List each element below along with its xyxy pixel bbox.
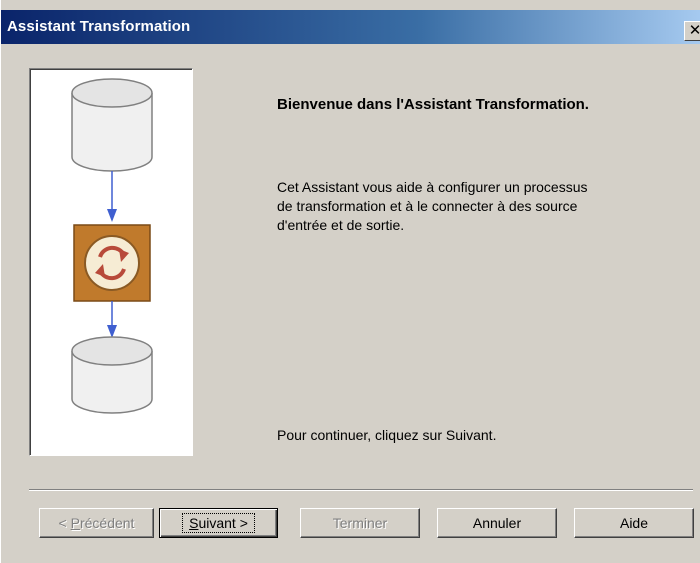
intro-line: d'entrée et de sortie. (277, 217, 405, 233)
continue-instruction: Pour continuer, cliquez sur Suivant. (277, 427, 497, 443)
cancel-button[interactable]: Annuler (437, 508, 557, 538)
finish-button[interactable]: Terminer (300, 508, 420, 538)
finish-label: Terminer (332, 514, 388, 531)
focus-rect: Suivant > (182, 512, 255, 533)
previous-label: récédent (79, 514, 135, 531)
database-icon (71, 78, 153, 172)
close-icon: ✕ (688, 22, 700, 39)
wizard-window: Assistant Transformation ✕ Bienvenue dan… (0, 0, 700, 563)
intro-text: Cet Assistant vous aide à configurer un … (277, 178, 677, 235)
next-button[interactable]: Suivant > (159, 508, 278, 538)
previous-button[interactable]: < Précédent (39, 508, 154, 538)
next-label: uivant > (198, 514, 248, 531)
welcome-title: Bienvenue dans l'Assistant Transformatio… (277, 96, 589, 113)
separator-line (29, 489, 693, 491)
close-button[interactable]: ✕ (684, 21, 700, 41)
help-button[interactable]: Aide (574, 508, 694, 538)
transform-process-icon (73, 224, 151, 302)
intro-line: de transformation et à le connecter à de… (277, 198, 578, 214)
database-icon (71, 336, 153, 414)
previous-prefix: < (58, 514, 71, 531)
previous-mnemonic: P (70, 514, 80, 531)
down-arrow-icon (107, 171, 117, 222)
illustration-graphic (71, 78, 153, 414)
cancel-label: Annuler (472, 514, 522, 531)
help-label: Aide (619, 514, 649, 531)
intro-line: Cet Assistant vous aide à configurer un … (277, 179, 588, 195)
down-arrow-icon (107, 301, 117, 338)
window-title: Assistant Transformation (7, 18, 191, 35)
wizard-illustration (29, 68, 193, 456)
title-bar[interactable]: Assistant Transformation ✕ (1, 10, 700, 44)
